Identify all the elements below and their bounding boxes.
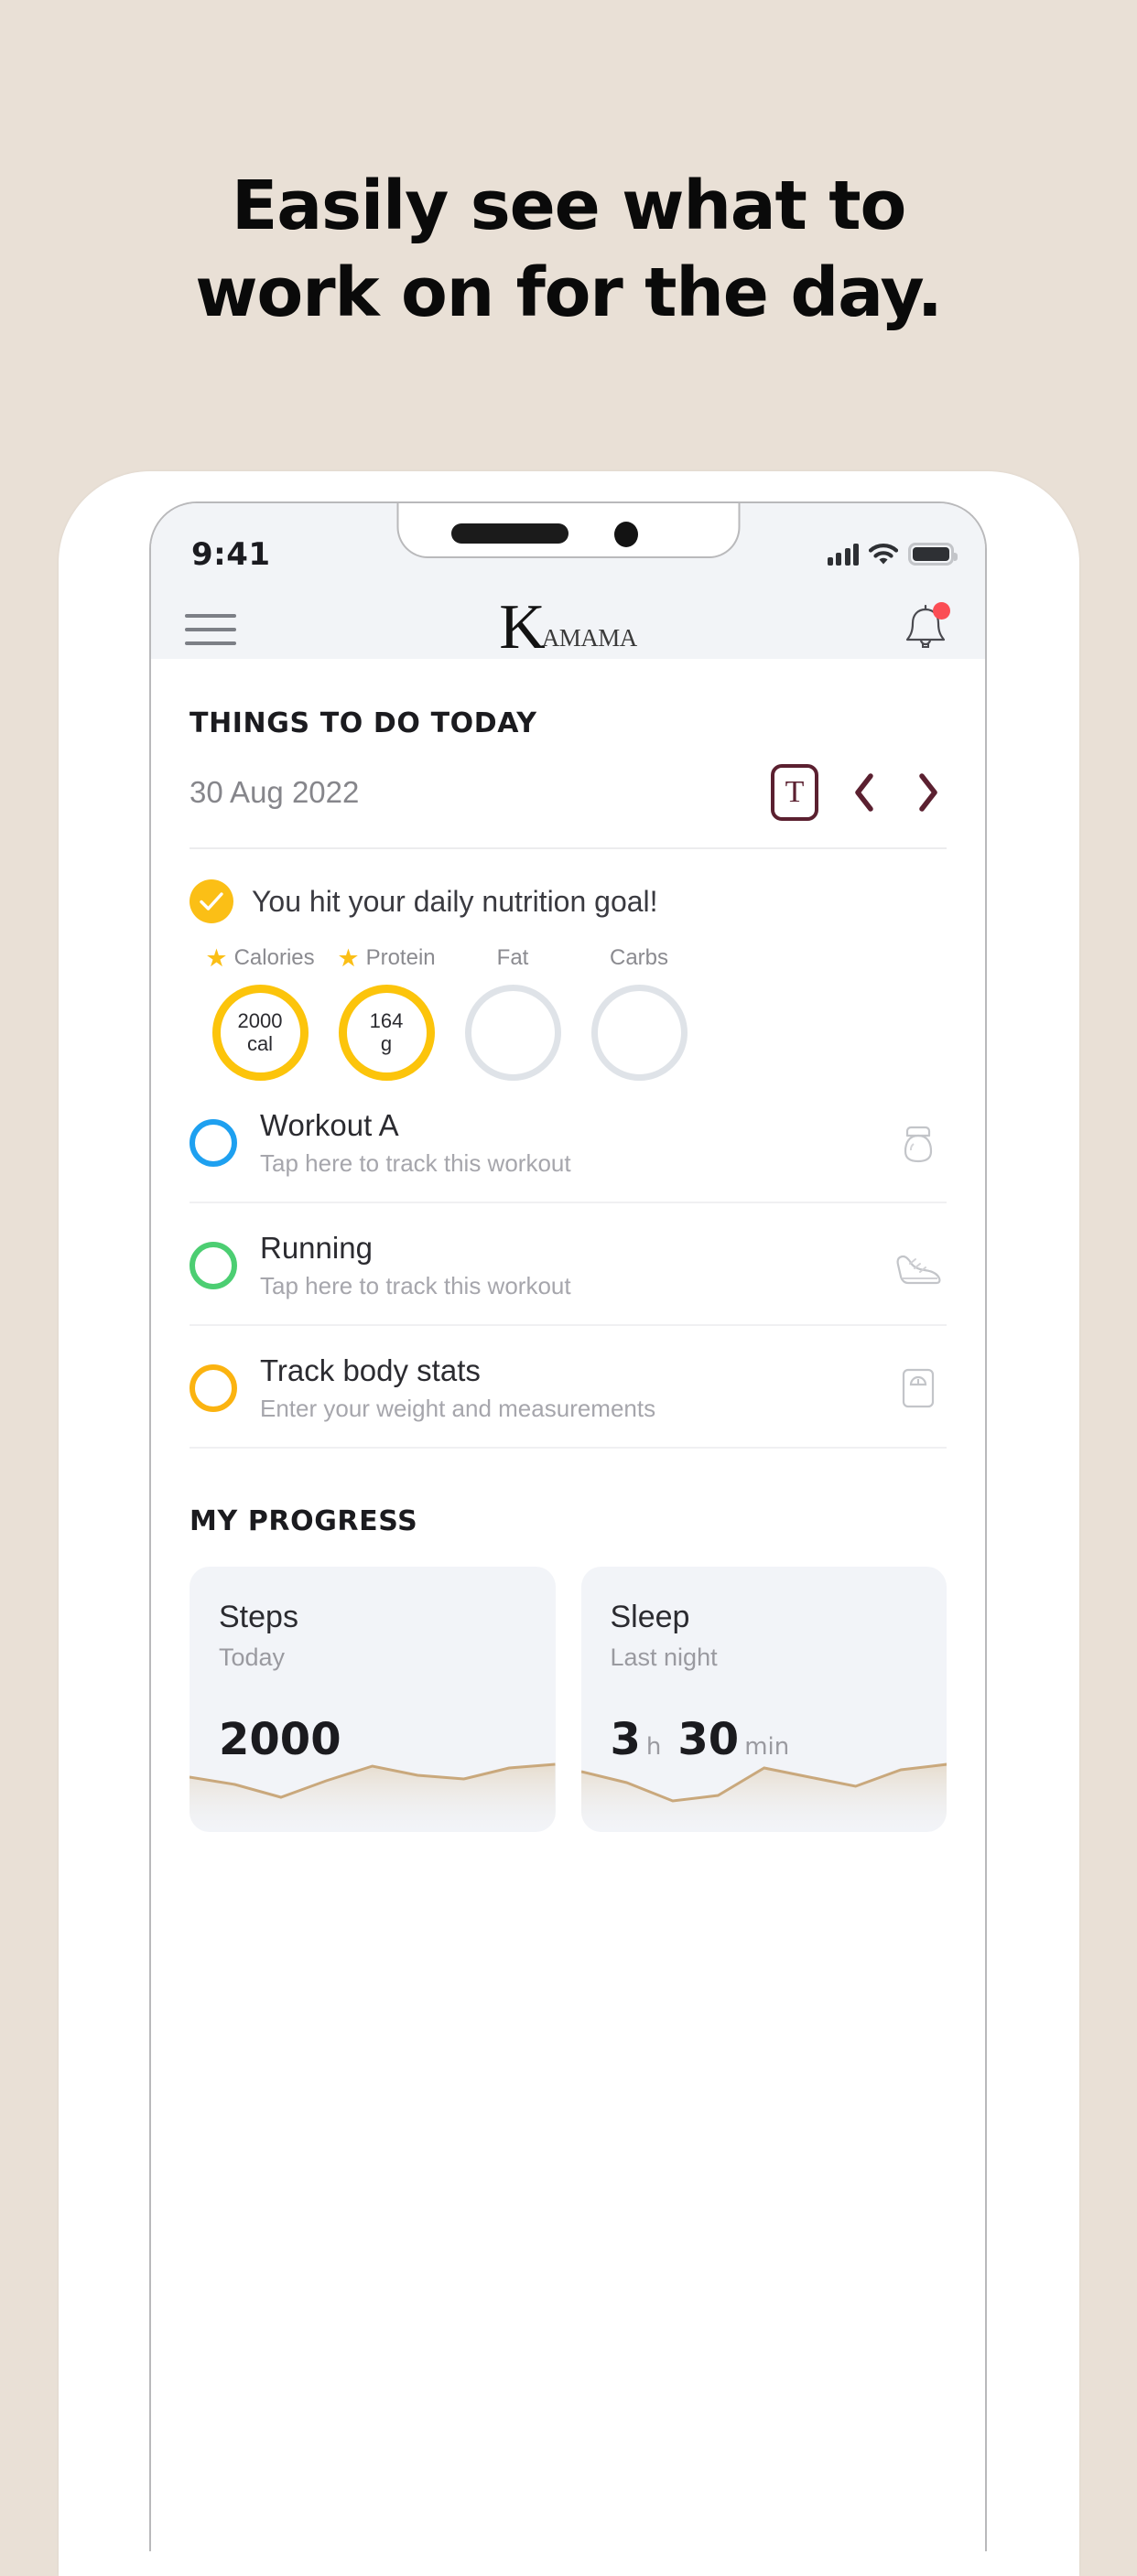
progress-section-title: MY PROGRESS <box>190 1505 418 1537</box>
status-bar: 9:41 <box>151 503 985 588</box>
app-navbar: K AMAMA <box>151 588 985 660</box>
nutrition-ring-label-wrap: ★ Protein <box>337 943 435 973</box>
next-day-button[interactable] <box>910 769 947 816</box>
nutrition-ring-label: Calories <box>233 945 315 970</box>
task-subtitle: Enter your weight and measurements <box>260 1395 656 1422</box>
weight-scale-icon <box>890 1360 947 1417</box>
progress-card-sleep[interactable]: Sleep Last night 3 h 30 min <box>580 1567 947 1832</box>
nutrition-ring-circle <box>590 985 688 1081</box>
brand-initial: K <box>499 592 546 663</box>
nutrition-ring-label: Carbs <box>609 945 669 970</box>
sleep-sparkline <box>580 1762 947 1832</box>
star-icon: ★ <box>337 943 360 972</box>
progress-card-title: Steps <box>219 1600 298 1634</box>
date-divider <box>190 847 947 849</box>
steps-sparkline <box>190 1762 556 1832</box>
task-row-workout-a[interactable]: Workout A Tap here to track this workout <box>190 1081 947 1203</box>
brand-logo: K AMAMA <box>499 596 637 660</box>
nutrition-rings: ★ Calories 2000 cal ★ Protein 164 g Fat … <box>204 943 985 1081</box>
cellular-signal-icon <box>827 544 859 566</box>
hamburger-menu-icon[interactable] <box>185 614 236 645</box>
today-button[interactable]: T <box>771 764 818 821</box>
speaker-grill <box>450 523 568 544</box>
task-status-circle[interactable] <box>190 1364 237 1412</box>
nutrition-ring-label-wrap: Carbs <box>610 943 668 973</box>
nutrition-ring-value: 2000 <box>237 1008 283 1032</box>
task-subtitle: Tap here to track this workout <box>260 1149 571 1177</box>
nutrition-ring-unit: cal <box>246 1031 274 1055</box>
nutrition-ring-calories[interactable]: ★ Calories 2000 cal <box>204 943 316 1081</box>
progress-card-subtitle: Last night <box>610 1644 718 1671</box>
chevron-right-icon <box>919 773 937 812</box>
nutrition-ring-circle: 2000 cal <box>211 985 309 1081</box>
nutrition-ring-protein[interactable]: ★ Protein 164 g <box>330 943 442 1081</box>
date-navigation-row: 30 Aug 2022 T <box>190 764 947 821</box>
notch <box>396 503 740 558</box>
front-camera <box>613 522 638 547</box>
selected-date: 30 Aug 2022 <box>190 775 360 809</box>
task-text: Running Tap here to track this workout <box>260 1231 890 1300</box>
promo-headline: Easily see what to work on for the day. <box>0 171 1137 333</box>
progress-card-subtitle: Today <box>219 1644 286 1671</box>
brand-name: AMAMA <box>541 624 638 652</box>
task-title: Track body stats <box>260 1353 481 1387</box>
prev-day-button[interactable] <box>846 769 883 816</box>
progress-cards: Steps Today 2000 Sleep Last night 3 h 30… <box>190 1567 947 1832</box>
task-status-circle[interactable] <box>190 1242 237 1289</box>
today-button-label: T <box>785 775 805 809</box>
status-bar-time: 9:41 <box>191 536 271 573</box>
date-controls: T <box>771 764 947 821</box>
promo-headline-line-2: work on for the day. <box>195 253 943 333</box>
chevron-left-icon <box>855 773 873 812</box>
notifications-button[interactable] <box>897 599 954 656</box>
progress-card-steps[interactable]: Steps Today 2000 <box>190 1567 556 1832</box>
task-title: Running <box>260 1231 373 1265</box>
nutrition-goal-row[interactable]: You hit your daily nutrition goal! <box>190 879 985 923</box>
running-shoe-icon <box>890 1237 947 1294</box>
task-status-circle[interactable] <box>190 1119 237 1167</box>
task-row-track-body-stats[interactable]: Track body stats Enter your weight and m… <box>190 1326 947 1449</box>
battery-icon <box>908 543 958 566</box>
nutrition-ring-value: 164 <box>369 1008 404 1032</box>
nutrition-ring-circle: 164 g <box>338 985 435 1081</box>
app-content: THINGS TO DO TODAY 30 Aug 2022 T You hit… <box>151 707 985 1832</box>
task-text: Workout A Tap here to track this workout <box>260 1108 890 1178</box>
wifi-icon <box>868 544 899 566</box>
nutrition-goal-message: You hit your daily nutrition goal! <box>252 884 658 918</box>
promo-headline-line-1: Easily see what to <box>231 167 906 245</box>
nutrition-ring-unit: g <box>380 1031 393 1055</box>
notification-badge-dot <box>933 602 950 620</box>
task-subtitle: Tap here to track this workout <box>260 1272 571 1299</box>
nutrition-ring-fat[interactable]: Fat <box>457 943 568 1081</box>
nutrition-ring-circle <box>464 985 561 1081</box>
nutrition-ring-carbs[interactable]: Carbs <box>583 943 695 1081</box>
phone-screen: 9:41 K AMAMA THINGS TO DO TODAY 30 Aug 2… <box>149 501 987 2551</box>
progress-card-title: Sleep <box>610 1600 690 1634</box>
nutrition-ring-label: Protein <box>365 945 436 970</box>
status-bar-icons <box>827 538 958 566</box>
task-text: Track body stats Enter your weight and m… <box>260 1353 890 1423</box>
nutrition-ring-label-wrap: Fat <box>497 943 529 973</box>
page-title: THINGS TO DO TODAY <box>190 707 537 739</box>
nutrition-ring-label: Fat <box>496 945 529 970</box>
kettlebell-icon <box>890 1115 947 1171</box>
task-title: Workout A <box>260 1108 399 1142</box>
star-icon: ★ <box>205 943 228 972</box>
nutrition-ring-label-wrap: ★ Calories <box>205 943 314 973</box>
task-row-running[interactable]: Running Tap here to track this workout <box>190 1203 947 1326</box>
check-circle-icon <box>190 879 233 923</box>
